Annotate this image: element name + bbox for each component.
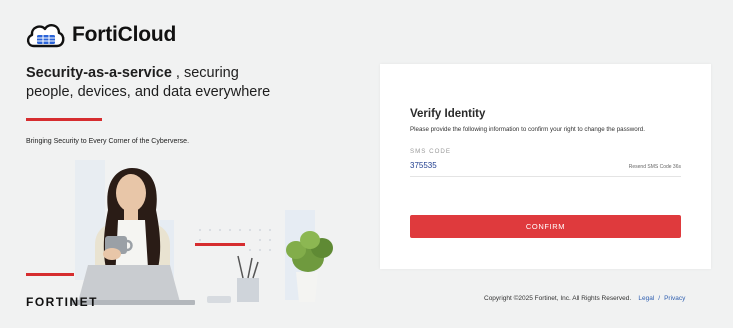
sms-code-input[interactable] — [410, 161, 610, 170]
forticloud-logo: FortiCloud — [24, 19, 176, 51]
legal-link[interactable]: Legal — [638, 295, 654, 302]
tagline: Bringing Security to Every Corner of the… — [26, 138, 190, 145]
verify-title: Verify Identity — [410, 108, 486, 120]
footer: Copyright ©2025 Fortinet, Inc. All Right… — [484, 295, 685, 302]
footer-separator: / — [658, 295, 661, 302]
copyright-text: Copyright ©2025 Fortinet, Inc. All Right… — [484, 295, 632, 302]
hero-title-bold: Security-as-a-service — [26, 65, 172, 81]
confirm-button[interactable]: CONFIRM — [410, 215, 681, 238]
accent-divider — [26, 118, 102, 121]
pencil-cup — [207, 255, 259, 303]
privacy-link[interactable]: Privacy — [664, 295, 685, 302]
resend-sms-link[interactable]: Resend SMS Code 36s — [629, 164, 681, 170]
verify-card: Verify Identity Please provide the follo… — [380, 64, 711, 269]
hero-title-rest: , securing — [171, 65, 239, 81]
fortinet-wordmark: FORTINET — [26, 295, 98, 309]
hero-illustration — [26, 160, 333, 305]
cloud-logo-icon — [26, 24, 65, 48]
sms-code-label: SMS CODE — [410, 148, 452, 155]
logo-text: FortiCloud — [72, 23, 177, 46]
hero-title-line2: people, devices, and data everywhere — [26, 84, 271, 100]
sms-code-underline — [410, 176, 681, 177]
hero-title: Security-as-a-service , securing people,… — [26, 64, 326, 102]
verify-description: Please provide the following information… — [410, 126, 645, 133]
left-panel: FortiCloud Security-as-a-service , secur… — [0, 0, 365, 328]
